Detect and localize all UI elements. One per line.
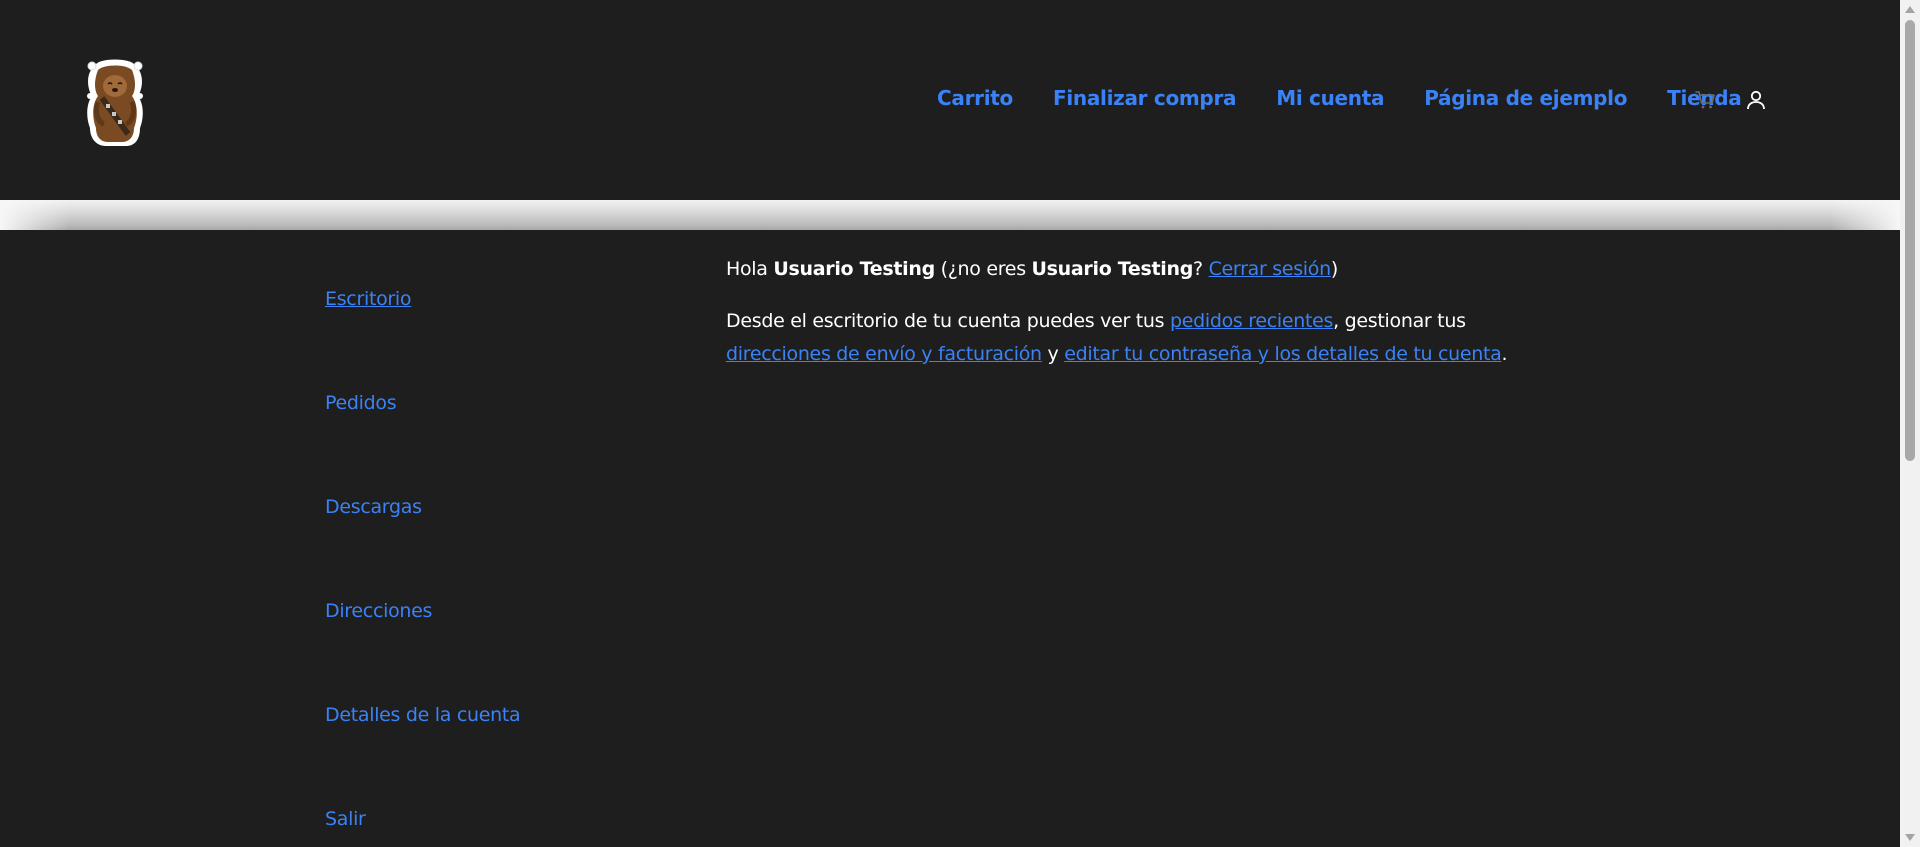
greeting-text: ) bbox=[1330, 258, 1338, 280]
scroll-up-arrow-icon[interactable] bbox=[1905, 6, 1915, 13]
recent-orders-link[interactable]: pedidos recientes bbox=[1170, 310, 1334, 332]
description-text: Desde el escritorio de tu cuenta puedes … bbox=[726, 310, 1170, 332]
nav-link-mi-cuenta[interactable]: Mi cuenta bbox=[1276, 86, 1384, 110]
description-text: , gestionar tus bbox=[1333, 310, 1466, 332]
account-dashboard-content: Hola Usuario Testing (¿no eres Usuario T… bbox=[726, 253, 1566, 390]
account-nav-descargas[interactable]: Descargas bbox=[325, 496, 422, 518]
nav-link-finalizar-compra[interactable]: Finalizar compra bbox=[1053, 86, 1237, 110]
greeting-text: ? bbox=[1193, 258, 1209, 280]
greeting-paragraph: Hola Usuario Testing (¿no eres Usuario T… bbox=[726, 253, 1566, 286]
description-text: . bbox=[1501, 343, 1508, 365]
logo-chewbacca-icon[interactable] bbox=[76, 52, 154, 148]
description-text: y bbox=[1041, 343, 1065, 365]
nav-link-pagina-de-ejemplo[interactable]: Página de ejemplo bbox=[1424, 86, 1627, 110]
account-nav-direcciones[interactable]: Direcciones bbox=[325, 600, 432, 622]
vertical-scrollbar[interactable] bbox=[1900, 0, 1920, 847]
browser-viewport: Carrito Finalizar compra Mi cuenta Págin… bbox=[0, 0, 1920, 847]
nav-link-carrito[interactable]: Carrito bbox=[937, 86, 1013, 110]
greeting-text: (¿no eres bbox=[934, 258, 1032, 280]
addresses-link[interactable]: direcciones de envío y facturación bbox=[726, 343, 1042, 365]
account-nav-salir[interactable]: Salir bbox=[325, 808, 366, 830]
logout-link[interactable]: Cerrar sesión bbox=[1209, 258, 1332, 280]
account-nav-escritorio[interactable]: Escritorio bbox=[325, 288, 412, 310]
username: Usuario Testing bbox=[1031, 258, 1194, 280]
scrollbar-thumb[interactable] bbox=[1905, 20, 1915, 461]
user-icon[interactable] bbox=[1744, 88, 1768, 112]
header-shadow-divider bbox=[0, 200, 1900, 230]
username: Usuario Testing bbox=[773, 258, 935, 280]
site-header: Carrito Finalizar compra Mi cuenta Págin… bbox=[0, 0, 1900, 200]
account-nav-pedidos[interactable]: Pedidos bbox=[325, 392, 397, 414]
main-nav: Carrito Finalizar compra Mi cuenta Págin… bbox=[937, 86, 1782, 110]
scroll-down-arrow-icon[interactable] bbox=[1905, 834, 1915, 841]
edit-account-link[interactable]: editar tu contraseña y los detalles de t… bbox=[1064, 343, 1502, 365]
greeting-text: Hola bbox=[726, 258, 774, 280]
dashboard-description: Desde el escritorio de tu cuenta puedes … bbox=[726, 305, 1566, 371]
cart-icon[interactable] bbox=[1694, 88, 1718, 112]
account-nav-detalles-de-la-cuenta[interactable]: Detalles de la cuenta bbox=[325, 704, 521, 726]
